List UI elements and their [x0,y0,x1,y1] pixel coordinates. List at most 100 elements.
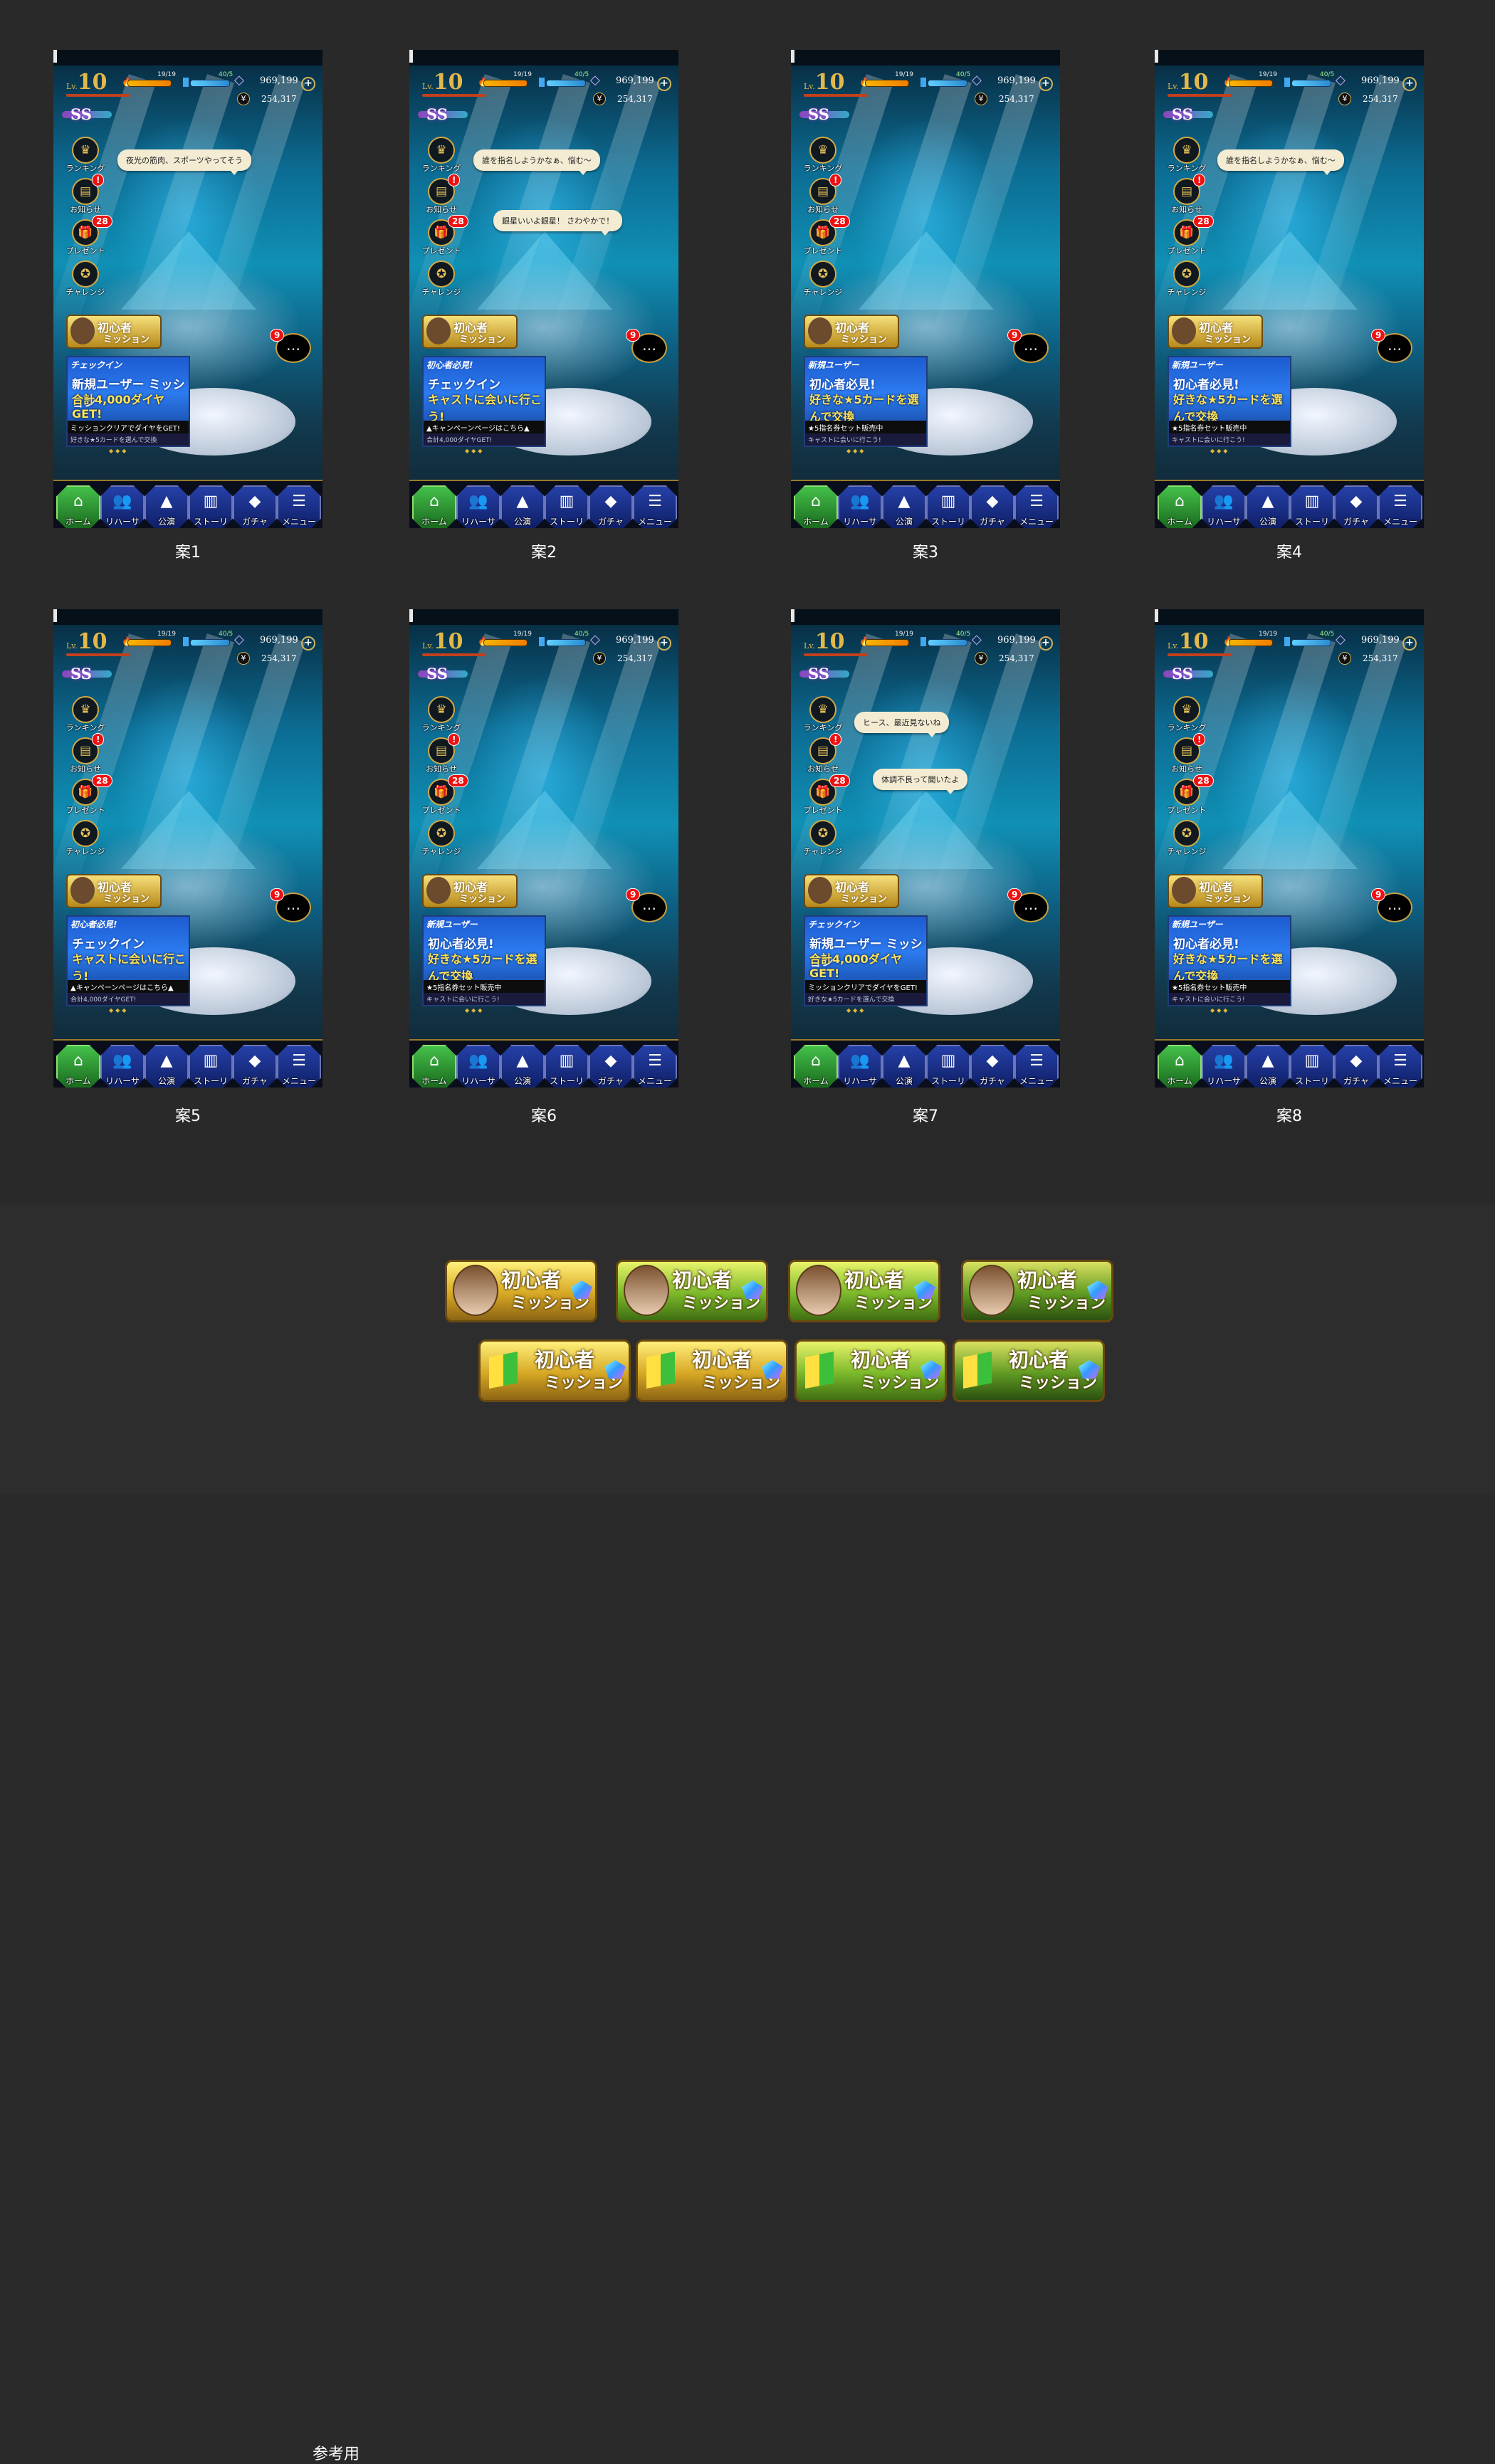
bp-value: 40/5 [1320,631,1335,638]
side-menu-item[interactable]: ✪ チャレンジ [801,820,845,857]
beginner-mission-button[interactable]: 初心者 ミッション [1168,874,1263,908]
nav-stage[interactable]: ▲ 公演 [1246,485,1290,528]
nav-menu[interactable]: ☰ メニュー [277,1045,321,1088]
nav-book[interactable]: ▥ ストーリー [545,485,589,528]
beginner-mission-button[interactable]: 初心者 ミッション [1168,315,1263,349]
nav-rehearsal[interactable]: 👥 リハーサル [1202,485,1246,528]
side-menu-item[interactable]: ✪ チャレンジ [801,260,845,298]
rehearsal-icon: 👥 [112,493,132,510]
campaign-banner[interactable]: 初心者必見! チェックイン キャストに会いに行こう! ▲キャンペーンページはこちら▲ 合… [422,356,546,447]
nav-home[interactable]: ⌂ ホーム [794,1045,838,1088]
nav-stage[interactable]: ▲ 公演 [145,485,189,528]
nav-home[interactable]: ⌂ ホーム [1158,485,1202,528]
campaign-banner[interactable]: 新規ユーザー 初心者必見! 好きな★5カードを選んで交換 ★5指名券セット販売中 キャス… [804,356,928,447]
nav-menu[interactable]: ☰ メニュー [277,485,321,528]
nav-menu[interactable]: ☰ メニュー [1378,1045,1422,1088]
campaign-banner[interactable]: 新規ユーザー 初心者必見! 好きな★5カードを選んで交換 ★5指名券セット販売中 キャス… [1168,915,1291,1006]
nav-book[interactable]: ▥ ストーリー [926,485,970,528]
nav-menu[interactable]: ☰ メニュー [633,485,677,528]
side-menu-item[interactable]: ♛ ランキング [1165,137,1209,174]
add-diamond-button[interactable]: + [657,636,671,651]
side-menu-item[interactable]: ♛ ランキング [1165,696,1209,733]
nav-home[interactable]: ⌂ ホーム [794,485,838,528]
nav-gem[interactable]: ◆ ガチャ [1334,485,1378,528]
nav-menu[interactable]: ☰ メニュー [1378,485,1422,528]
nav-stage[interactable]: ▲ 公演 [882,1045,926,1088]
beginner-mission-button[interactable]: 初心者 ミッション [422,315,518,349]
add-diamond-button[interactable]: + [1402,77,1417,91]
side-menu-item[interactable]: ♛ ランキング [801,696,845,733]
beginner-mission-button[interactable]: 初心者 ミッション [66,315,162,349]
nav-gem[interactable]: ◆ ガチャ [233,485,277,528]
nav-label: 公演 [895,517,913,527]
nav-stage[interactable]: ▲ 公演 [1246,1045,1290,1088]
campaign-banner[interactable]: 新規ユーザー 初心者必見! 好きな★5カードを選んで交換 ★5指名券セット販売中 キャス… [422,915,546,1006]
side-menu-item[interactable]: ✪ チャレンジ [1165,820,1209,857]
level-prefix: Lv. [422,641,434,651]
beginner-mission-button[interactable]: 初心者 ミッション [804,315,899,349]
beginner-mission-button[interactable]: 初心者 ミッション [66,874,162,908]
add-diamond-button[interactable]: + [1402,636,1417,651]
add-diamond-button[interactable]: + [657,77,671,91]
add-diamond-button[interactable]: + [1039,77,1053,91]
nav-rehearsal[interactable]: 👥 リハーサル [838,1045,882,1088]
nav-book[interactable]: ▥ ストーリー [189,1045,233,1088]
bp-bar [928,80,967,87]
add-diamond-button[interactable]: + [301,636,315,651]
nav-home[interactable]: ⌂ ホーム [412,1045,456,1088]
nav-book[interactable]: ▥ ストーリー [189,485,233,528]
nav-rehearsal[interactable]: 👥 リハーサル [456,1045,500,1088]
side-menu-item[interactable]: ♛ ランキング [801,137,845,174]
nav-book[interactable]: ▥ ストーリー [926,1045,970,1088]
nav-gem[interactable]: ◆ ガチャ [970,485,1014,528]
nav-book[interactable]: ▥ ストーリー [545,1045,589,1088]
beginner-mission-button[interactable]: 初心者 ミッション [804,874,899,908]
nav-gem[interactable]: ◆ ガチャ [233,1045,277,1088]
nav-stage[interactable]: ▲ 公演 [500,485,545,528]
beginner-mission-button[interactable]: 初心者 ミッション [422,874,518,908]
side-menu-item[interactable]: ✪ チャレンジ [419,820,463,857]
side-menu-item[interactable]: ✪ チャレンジ [1165,260,1209,298]
menu-icon: ☰ [292,1052,306,1070]
nav-rehearsal[interactable]: 👥 リハーサル [100,485,145,528]
stamina-bar [483,639,528,646]
nav-gem[interactable]: ◆ ガチャ [589,1045,633,1088]
side-menu-item[interactable]: ♛ ランキング [419,696,463,733]
nav-home[interactable]: ⌂ ホーム [56,485,100,528]
nav-rehearsal[interactable]: 👥 リハーサル [100,1045,145,1088]
campaign-banner[interactable]: チェックイン 新規ユーザー ミッション 合計4,000ダイヤGET! ミッションクリア… [804,915,928,1006]
side-menu-item[interactable]: ♛ ランキング [63,696,107,733]
side-menu-item[interactable]: ✪ チャレンジ [419,260,463,298]
nav-home[interactable]: ⌂ ホーム [1158,1045,1202,1088]
nav-stage[interactable]: ▲ 公演 [500,1045,545,1088]
banner-pager: ◆◆◆ [846,448,866,454]
nav-rehearsal[interactable]: 👥 リハーサル [838,485,882,528]
status-bar [409,50,678,65]
nav-book[interactable]: ▥ ストーリー [1290,1045,1334,1088]
nav-stage[interactable]: ▲ 公演 [882,485,926,528]
nav-gem[interactable]: ◆ ガチャ [589,485,633,528]
yen-icon: ¥ [593,93,606,105]
side-menu-item[interactable]: ✪ チャレンジ [63,820,107,857]
nav-menu[interactable]: ☰ メニュー [633,1045,677,1088]
nav-stage[interactable]: ▲ 公演 [145,1045,189,1088]
add-diamond-button[interactable]: + [301,77,315,91]
side-menu-item[interactable]: ♛ ランキング [419,137,463,174]
campaign-banner[interactable]: 初心者必見! チェックイン キャストに会いに行こう! ▲キャンペーンページはこちら▲ 合… [66,915,190,1006]
nav-home[interactable]: ⌂ ホーム [412,485,456,528]
nav-rehearsal[interactable]: 👥 リハーサル [456,485,500,528]
campaign-banner[interactable]: 新規ユーザー 初心者必見! 好きな★5カードを選んで交換 ★5指名券セット販売中 キャス… [1168,356,1291,447]
nav-menu[interactable]: ☰ メニュー [1014,485,1059,528]
nav-book[interactable]: ▥ ストーリー [1290,485,1334,528]
nav-gem[interactable]: ◆ ガチャ [970,1045,1014,1088]
side-menu-item[interactable]: ✪ チャレンジ [63,260,107,298]
add-diamond-button[interactable]: + [1039,636,1053,651]
nav-gem[interactable]: ◆ ガチャ [1334,1045,1378,1088]
side-menu-item[interactable]: ♛ ランキング [63,137,107,174]
mockup-caption: 案7 [913,1107,938,1125]
campaign-banner[interactable]: チェックイン 新規ユーザー ミッション 合計4,000ダイヤGET! ミッションクリア… [66,356,190,447]
nav-home[interactable]: ⌂ ホーム [56,1045,100,1088]
nav-menu[interactable]: ☰ メニュー [1014,1045,1059,1088]
exp-bar [422,653,486,656]
nav-rehearsal[interactable]: 👥 リハーサル [1202,1045,1246,1088]
